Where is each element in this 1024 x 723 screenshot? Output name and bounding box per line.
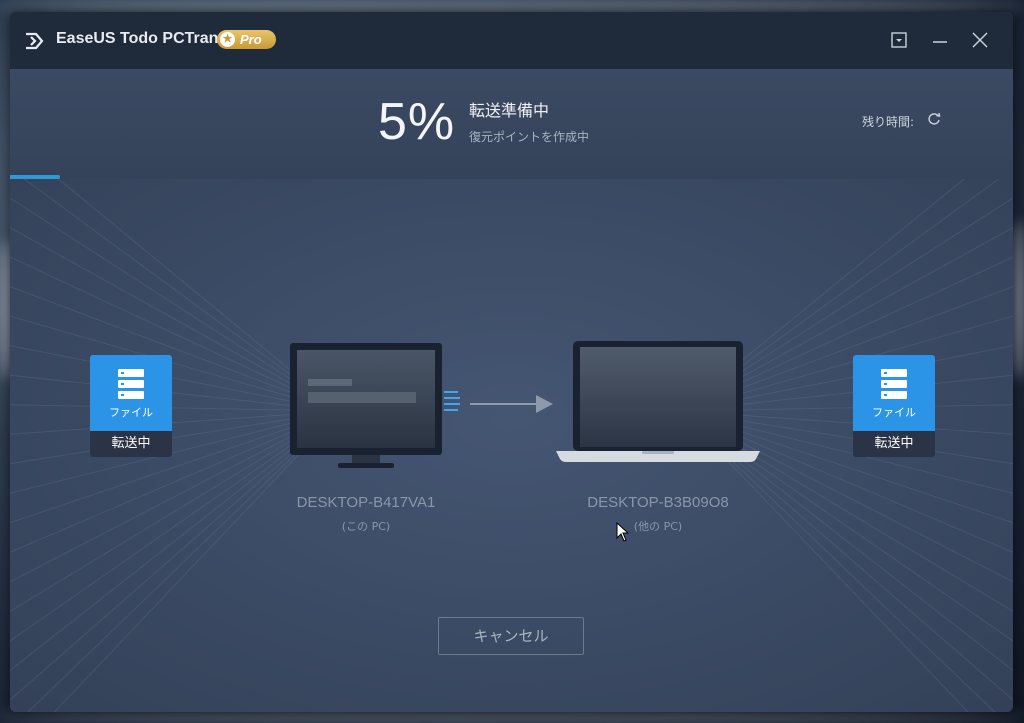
- status-subtitle: 復元ポイントを作成中: [469, 130, 590, 144]
- status-title: 転送準備中: [469, 101, 550, 120]
- target-file-label: ファイル: [872, 406, 916, 419]
- source-file-card: ファイル 転送中: [90, 355, 172, 457]
- source-state: 転送中: [90, 431, 172, 457]
- target-pc-name: DESKTOP-B3B09O8: [587, 494, 729, 511]
- refresh-icon: [928, 112, 941, 125]
- app-window: EaseUS Todo PCTrans ★ Pro 5% 転送準備中 復元ポイン…: [10, 12, 1013, 712]
- server-icon: [118, 369, 144, 399]
- minimize-icon[interactable]: [928, 28, 952, 52]
- laptop-icon: [556, 341, 760, 462]
- progress-percent: 5%: [378, 93, 456, 151]
- cancel-button[interactable]: キャンセル: [438, 617, 584, 655]
- target-pc-subtitle: (他の PC): [633, 520, 683, 533]
- app-title: EaseUS Todo PCTrans: [56, 30, 228, 47]
- star-icon: ★: [220, 32, 235, 47]
- remaining-time-label: 残り時間:: [862, 115, 915, 129]
- target-state: 転送中: [853, 431, 935, 457]
- desktop-monitor-icon: [290, 343, 442, 468]
- pro-badge-label: Pro: [240, 32, 262, 47]
- signal-waves-icon: [444, 391, 460, 411]
- title-bar[interactable]: EaseUS Todo PCTrans ★ Pro: [10, 12, 1013, 69]
- mouse-cursor-icon: [616, 522, 630, 542]
- server-icon: [881, 369, 907, 399]
- wallpaper-cloud: [1012, 220, 1024, 380]
- target-file-card: ファイル 転送中: [853, 355, 935, 457]
- transfer-arrow-icon: [470, 395, 553, 413]
- dropdown-icon[interactable]: [887, 28, 911, 52]
- pro-badge: ★ Pro: [217, 30, 276, 49]
- source-pc-name: DESKTOP-B417VA1: [296, 494, 436, 511]
- pctrans-logo-icon: [26, 32, 44, 50]
- source-pc-subtitle: (この PC): [341, 520, 391, 533]
- source-file-label: ファイル: [109, 406, 153, 419]
- close-icon[interactable]: [968, 28, 992, 52]
